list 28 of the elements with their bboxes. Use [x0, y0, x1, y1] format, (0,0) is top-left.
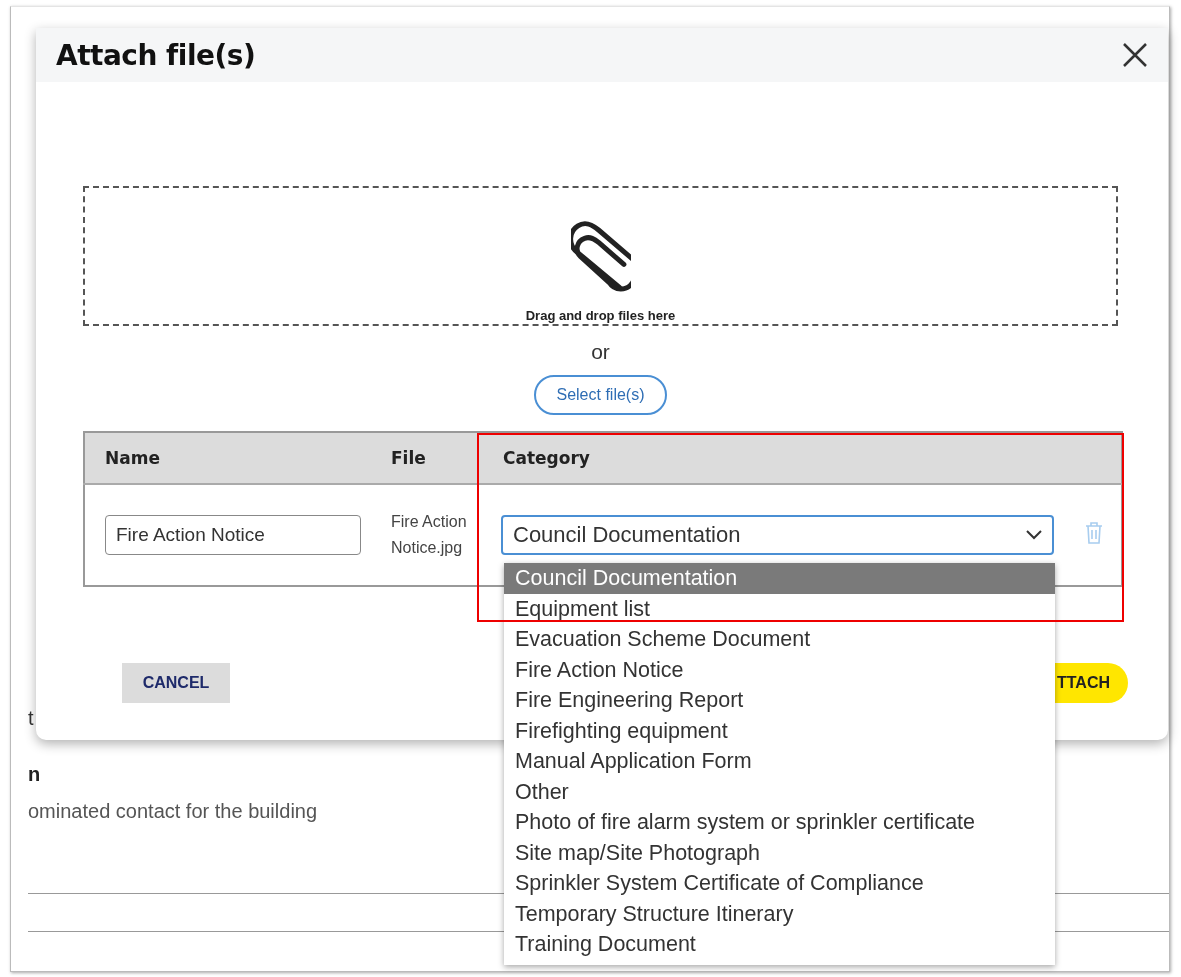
- description-text: ominated contact for the building: [28, 800, 318, 823]
- dropdown-option[interactable]: Manual Application Form: [504, 746, 1055, 777]
- select-files-button[interactable]: Select file(s): [534, 375, 667, 415]
- column-header: Category: [479, 432, 1066, 484]
- dropdown-option[interactable]: Council Documentation: [504, 563, 1055, 594]
- dropdown-option[interactable]: Temporary Structure Itinerary: [504, 898, 1055, 929]
- drop-zone[interactable]: Drag and drop files here: [83, 186, 1118, 326]
- column-header: Name: [84, 432, 373, 484]
- dialog-title: Attach file(s): [56, 38, 256, 72]
- cancel-button[interactable]: CANCEL: [122, 663, 230, 703]
- chevron-icon: [1026, 530, 1042, 540]
- section-heading: n: [28, 763, 41, 787]
- text-fragment: t: [28, 707, 34, 731]
- category-select[interactable]: Council Documentation: [501, 515, 1054, 555]
- drop-hint: Drag and drop files here: [525, 308, 676, 323]
- dropdown-option[interactable]: Evacuation Scheme Document: [504, 624, 1055, 655]
- dropdown-option[interactable]: Equipment list: [504, 593, 1055, 624]
- separator-text: or: [591, 340, 610, 364]
- dropdown-option[interactable]: Other: [504, 776, 1055, 807]
- file-name: Fire Action Notice.jpg: [391, 512, 468, 558]
- dropdown-option[interactable]: Site map/Site Photograph: [504, 837, 1055, 868]
- dropdown-option[interactable]: Firefighting equipment: [504, 715, 1055, 746]
- column-header: File: [373, 432, 479, 484]
- dropdown-option[interactable]: Sprinkler System Certificate of Compliance: [504, 868, 1055, 899]
- dropdown-option[interactable]: Photo of fire alarm system or sprinkler certificate: [504, 807, 1055, 838]
- name-field[interactable]: Fire Action Notice: [105, 515, 361, 555]
- close-icon: [1122, 42, 1148, 68]
- dropdown-option[interactable]: Training Document: [504, 929, 1055, 960]
